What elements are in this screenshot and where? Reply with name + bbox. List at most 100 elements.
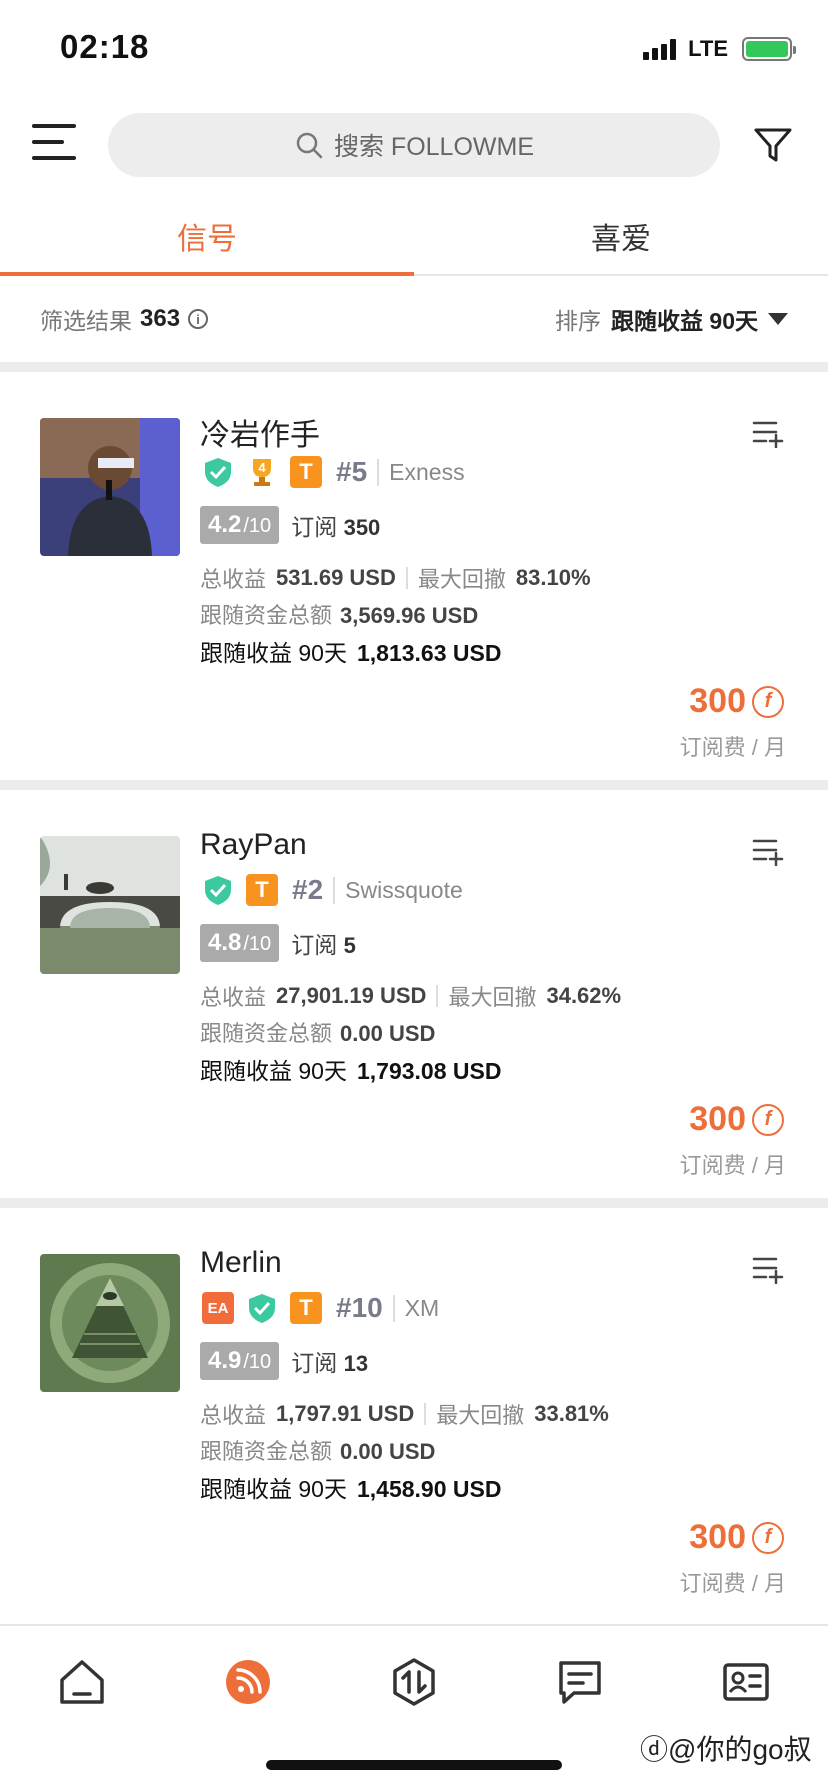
tab-favorites[interactable]: 喜爱 — [414, 214, 828, 258]
signal-card[interactable]: 冷岩作手 4 T #5 Exness 4.2/10 订阅 350 总收益 531… — [0, 372, 828, 780]
watermark: ⓓ@你的go叔 — [640, 1734, 812, 1765]
follow-funds: 0.00 USD — [340, 1439, 436, 1464]
trophy-level: 4 — [258, 460, 266, 475]
score-badge: 4.8/10 — [200, 924, 280, 962]
signal-strength-icon — [643, 38, 677, 60]
fee-label: 订阅费 / 月 — [679, 735, 786, 760]
ea-badge: EA — [202, 1292, 234, 1324]
follow-funds: 0.00 USD — [340, 1021, 436, 1046]
score-value: 4.8 — [208, 929, 242, 956]
total-profit: 531.69 USD — [276, 565, 396, 590]
subs-label: 订阅 — [291, 1350, 338, 1376]
rank: #5 — [336, 456, 368, 487]
divider — [0, 1198, 828, 1208]
verified-shield-icon — [246, 1292, 278, 1324]
total-profit-label: 总收益 — [200, 985, 267, 1010]
home-icon[interactable] — [56, 1656, 108, 1708]
filter-icon[interactable] — [752, 124, 794, 166]
score-value: 4.9 — [208, 1347, 242, 1374]
total-profit: 1,797.91 USD — [276, 1401, 415, 1426]
coin-icon: f — [752, 1103, 784, 1136]
t-badge: T — [290, 456, 322, 488]
subscription-price[interactable]: 300 f — [689, 1518, 784, 1557]
top-bar: 搜索 FOLLOWME — [0, 110, 828, 180]
subs-label: 订阅 — [291, 932, 338, 958]
follow-funds-label: 跟随资金总额 — [200, 1439, 333, 1464]
filter-summary-row: 筛选结果 363 i 排序 跟随收益 90天 — [0, 296, 828, 366]
follow-profit-label: 跟随收益 90天 — [200, 1058, 347, 1084]
divider — [0, 780, 828, 790]
score-badge: 4.2/10 — [200, 506, 280, 544]
signal-card[interactable]: RayPan T #2 Swissquote 4.8/10 订阅 5 总收益 2… — [0, 790, 828, 1198]
t-badge: T — [290, 1292, 322, 1324]
avatar[interactable] — [40, 836, 180, 974]
tab-bar: 信号 喜爱 — [0, 200, 828, 276]
fee-label: 订阅费 / 月 — [679, 1571, 786, 1596]
total-profit-label: 总收益 — [200, 567, 267, 592]
avatar[interactable] — [40, 1254, 180, 1392]
max-drawdown-label: 最大回撤 — [417, 567, 506, 592]
trader-name[interactable]: Merlin — [200, 1246, 282, 1280]
sort-value: 跟随收益 90天 — [611, 308, 758, 334]
follow-funds-label: 跟随资金总额 — [200, 1021, 333, 1046]
menu-icon[interactable] — [32, 124, 76, 164]
t-badge: T — [246, 874, 278, 906]
score-max: /10 — [243, 1351, 272, 1373]
message-icon[interactable] — [554, 1656, 606, 1708]
follow-profit: 1,793.08 USD — [356, 1058, 502, 1084]
avatar[interactable] — [40, 418, 180, 556]
subscription-price[interactable]: 300 f — [689, 682, 784, 721]
score-max: /10 — [243, 515, 272, 537]
add-to-list-icon[interactable] — [752, 836, 784, 866]
verified-shield-icon — [202, 456, 234, 488]
rank: #2 — [292, 874, 324, 905]
broker: Swissquote — [333, 876, 463, 904]
add-to-list-icon[interactable] — [752, 418, 784, 448]
info-icon[interactable]: i — [188, 309, 209, 329]
subscription-price[interactable]: 300 f — [689, 1100, 784, 1139]
price-value: 300 — [689, 682, 746, 720]
max-drawdown: 33.81% — [534, 1401, 609, 1426]
battery-icon — [742, 37, 796, 61]
divider — [0, 362, 828, 372]
caret-down-icon — [768, 313, 788, 325]
coin-icon: f — [752, 685, 784, 718]
score-value: 4.2 — [208, 511, 242, 538]
results-count: 363 — [140, 305, 181, 332]
price-value: 300 — [689, 1100, 746, 1138]
follow-profit-label: 跟随收益 90天 — [200, 1476, 347, 1502]
score-badge: 4.9/10 — [200, 1342, 280, 1380]
score-max: /10 — [243, 933, 272, 955]
signal-feed-icon[interactable] — [222, 1656, 274, 1708]
follow-profit: 1,813.63 USD — [356, 640, 502, 666]
broker: XM — [392, 1294, 439, 1322]
home-indicator — [266, 1760, 562, 1770]
add-to-list-icon[interactable] — [752, 1254, 784, 1284]
trader-name[interactable]: RayPan — [200, 828, 307, 862]
follow-funds: 3,569.96 USD — [340, 603, 479, 628]
search-input[interactable]: 搜索 FOLLOWME — [108, 113, 720, 177]
tab-signals[interactable]: 信号 — [0, 214, 414, 258]
network-type: LTE — [688, 36, 728, 61]
sort-dropdown[interactable]: 排序 跟随收益 90天 — [555, 302, 788, 336]
search-icon — [296, 132, 323, 159]
coin-icon: f — [752, 1521, 784, 1554]
trader-name[interactable]: 冷岩作手 — [200, 410, 320, 454]
subs-count: 5 — [343, 933, 356, 958]
status-bar: 02:18 LTE — [0, 0, 828, 100]
watermark-text: 你的go叔 — [696, 1734, 812, 1765]
trophy-icon: 4 — [246, 456, 278, 488]
trade-icon[interactable] — [388, 1656, 440, 1708]
price-value: 300 — [689, 1518, 746, 1556]
total-profit-label: 总收益 — [200, 1403, 267, 1428]
results-label: 筛选结果 — [40, 308, 132, 334]
sort-label: 排序 — [555, 308, 602, 334]
profile-card-icon[interactable] — [720, 1656, 772, 1708]
active-tab-indicator — [0, 272, 414, 276]
signal-card[interactable]: Merlin EA T #10 XM 4.9/10 订阅 13 总收益 1,79… — [0, 1208, 828, 1616]
max-drawdown-label: 最大回撤 — [436, 1403, 525, 1428]
follow-funds-label: 跟随资金总额 — [200, 603, 333, 628]
max-drawdown-label: 最大回撤 — [448, 985, 537, 1010]
subs-count: 13 — [343, 1351, 369, 1376]
broker: Exness — [377, 458, 465, 486]
